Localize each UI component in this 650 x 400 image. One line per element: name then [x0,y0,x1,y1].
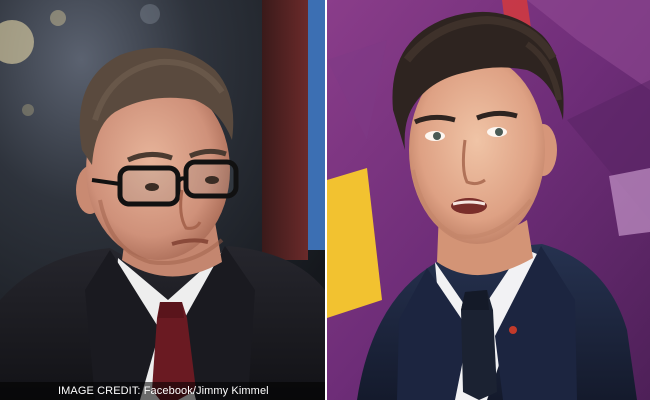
photo-collage: IMAGE CREDIT: Facebook/Jimmy Kimmel [0,0,650,400]
set-wall [262,0,308,260]
image-credit-caption: IMAGE CREDIT: Facebook/Jimmy Kimmel [0,382,325,400]
left-photo: IMAGE CREDIT: Facebook/Jimmy Kimmel [0,0,325,400]
speaking-mouth [451,198,487,214]
set-blue-edge [308,0,325,250]
left-photo-illustration [0,0,325,400]
right-photo [327,0,650,400]
lapel-pin-icon [509,326,517,334]
right-photo-illustration [327,0,650,400]
